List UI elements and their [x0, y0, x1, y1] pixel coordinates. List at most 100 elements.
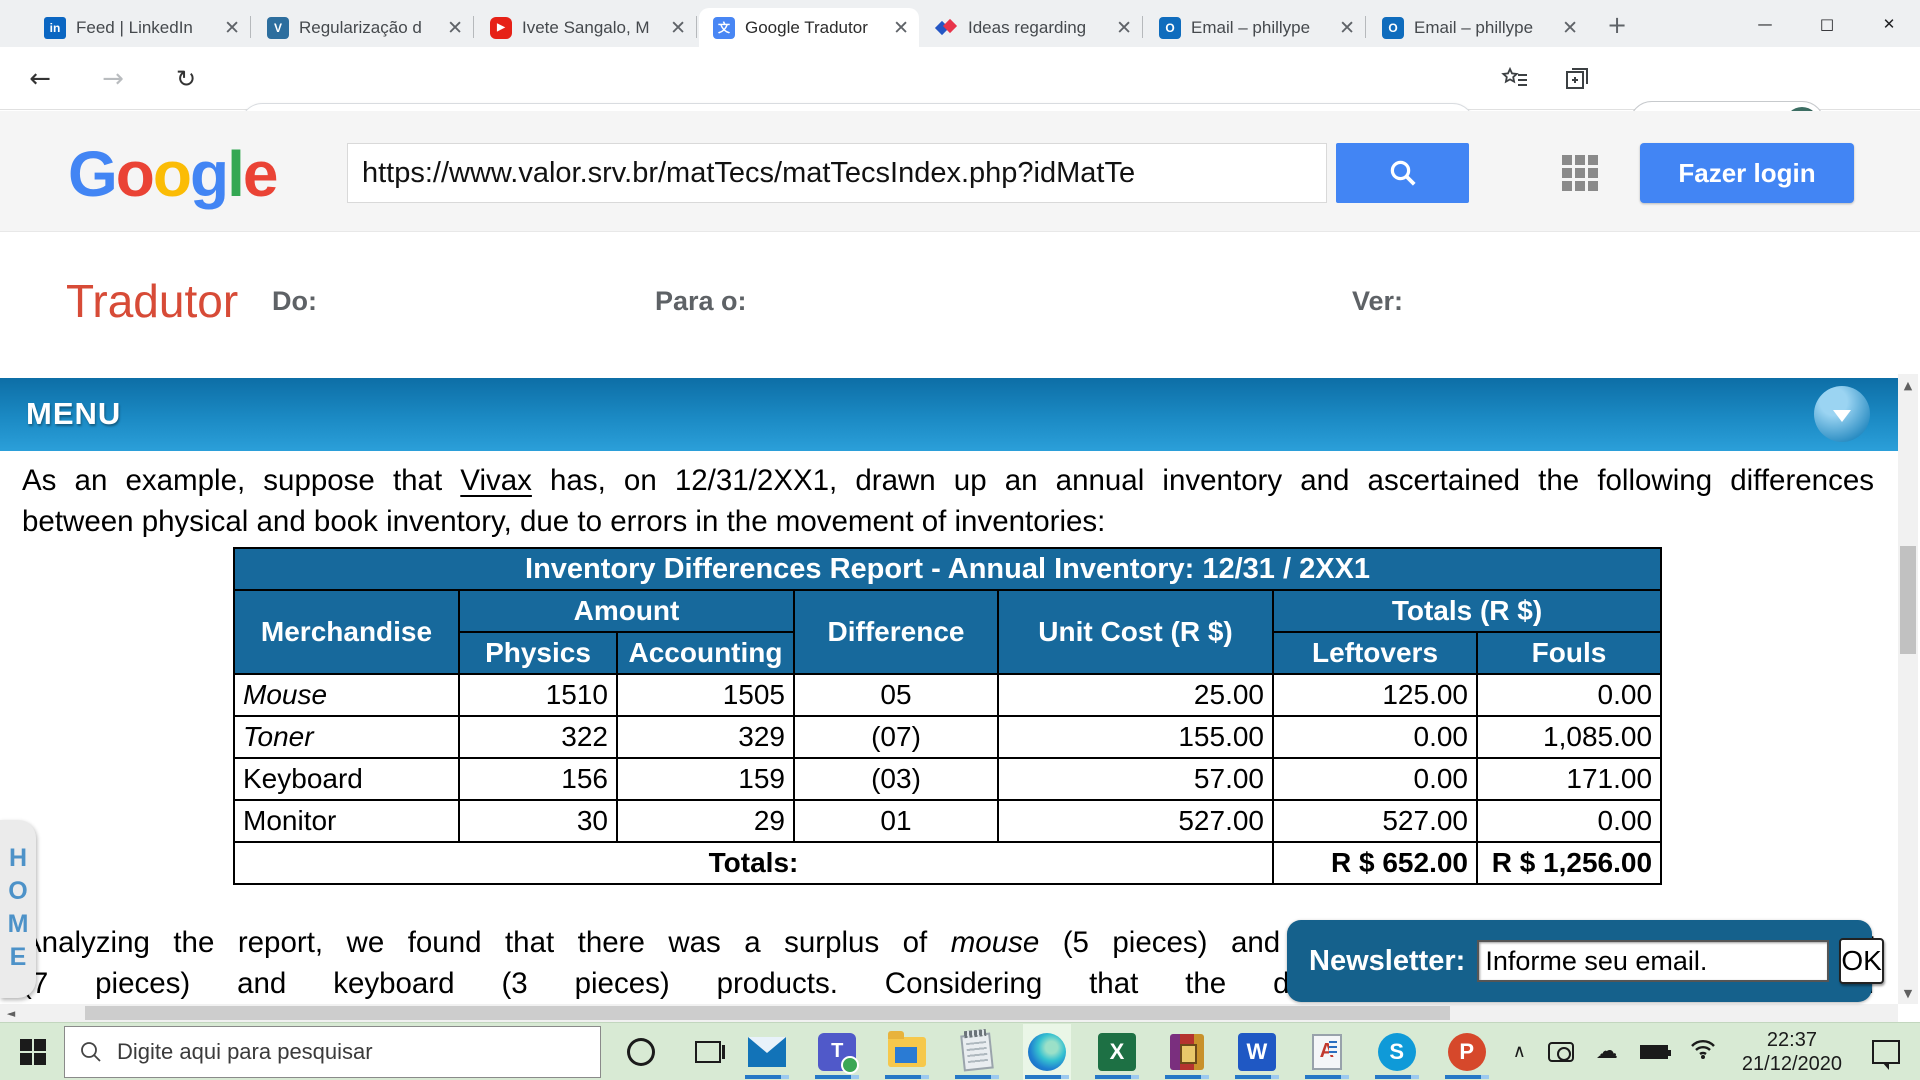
google-logo: Google — [68, 137, 276, 211]
table-row: Mouse 1510 1505 05 25.00 125.00 0.00 — [234, 674, 1661, 716]
windows-taskbar: Digite aqui para pesquisar T X W A S P ∧… — [0, 1022, 1920, 1080]
taskbar-text-document-icon[interactable]: A — [1303, 1024, 1351, 1080]
clock-date: 21/12/2020 — [1742, 1052, 1842, 1076]
search-icon — [1388, 158, 1418, 188]
tab-label: Ivete Sangalo, M — [522, 18, 664, 38]
table-row: Monitor 30 29 01 527.00 527.00 0.00 — [234, 800, 1661, 842]
taskbar-skype-icon[interactable]: S — [1373, 1024, 1421, 1080]
newsletter-box: Newsletter: OK — [1287, 920, 1872, 1002]
tab-google-tradutor-active[interactable]: 文 Google Tradutor ✕ — [699, 8, 919, 47]
tab-email-1[interactable]: O Email – phillype ✕ — [1145, 8, 1365, 47]
newsletter-email-input[interactable] — [1477, 940, 1829, 982]
tab-separator — [250, 16, 251, 38]
new-tab-button[interactable]: + — [1600, 10, 1634, 40]
login-button[interactable]: Fazer login — [1640, 143, 1854, 203]
tab-regularizacao[interactable]: V Regularização d ✕ — [253, 8, 473, 47]
inventory-differences-table: Inventory Differences Report - Annual In… — [233, 547, 1662, 885]
tab-close-icon[interactable]: ✕ — [1562, 17, 1578, 39]
tab-close-icon[interactable]: ✕ — [1339, 17, 1355, 39]
col-header-unit-cost: Unit Cost (R $) — [998, 590, 1273, 674]
taskbar-edge-icon-active[interactable] — [1023, 1024, 1071, 1080]
refresh-button[interactable]: ↻ — [168, 61, 204, 97]
taskbar-teams-icon[interactable]: T — [813, 1024, 861, 1080]
cortana-icon[interactable] — [627, 1038, 655, 1066]
google-apps-grid-icon[interactable] — [1562, 155, 1602, 195]
tab-label: Google Tradutor — [745, 18, 887, 38]
tab-email-2[interactable]: O Email – phillype ✕ — [1368, 8, 1588, 47]
taskbar-excel-icon[interactable]: X — [1093, 1024, 1141, 1080]
to-label: Para o: — [655, 286, 747, 317]
tab-label: Ideas regarding — [968, 18, 1110, 38]
search-button[interactable] — [1336, 143, 1469, 203]
scroll-left-arrow-icon[interactable]: ◄ — [2, 1004, 20, 1022]
taskbar-clock[interactable]: 22:37 21/12/2020 — [1742, 1028, 1842, 1076]
battery-icon[interactable] — [1640, 1045, 1668, 1059]
tab-close-icon[interactable]: ✕ — [447, 17, 463, 39]
col-header-leftovers: Leftovers — [1273, 632, 1477, 674]
site-menu-bar: MENU — [0, 378, 1898, 451]
google-translate-favicon-icon: 文 — [713, 17, 735, 39]
close-button[interactable]: ✕ — [1858, 0, 1920, 47]
col-header-merchandise: Merchandise — [234, 590, 459, 674]
maximize-button[interactable]: □ — [1796, 0, 1858, 47]
translate-url-input[interactable] — [347, 143, 1327, 203]
system-tray: ∧ ☁ 22:37 21/12/2020 — [1491, 1028, 1920, 1076]
action-center-icon[interactable] — [1872, 1040, 1900, 1064]
tab-close-icon[interactable]: ✕ — [893, 17, 909, 39]
translate-control-bar: Tradutor Do: Detectar idioma Para o: Ing… — [0, 232, 1920, 374]
col-header-amount: Amount — [459, 590, 794, 632]
from-label: Do: — [272, 286, 317, 317]
tab-youtube[interactable]: ▶ Ivete Sangalo, M ✕ — [476, 8, 696, 47]
home-tab-label: HOME — [6, 842, 31, 974]
window-controls: — □ ✕ — [1734, 0, 1920, 47]
forward-button[interactable]: → — [95, 61, 131, 97]
ideas-favicon-icon — [936, 17, 958, 39]
table-row: Keyboard 156 159 (03) 57.00 0.00 171.00 — [234, 758, 1661, 800]
address-bar-row: ← → ↻ https://translate.google.com.br/tr… — [0, 47, 1920, 110]
newsletter-ok-button[interactable]: OK — [1839, 938, 1883, 984]
view-label: Ver: — [1352, 286, 1403, 317]
edge-browser-window: in Feed | LinkedIn ✕ V Regularização d ✕… — [0, 0, 1920, 1080]
camera-tray-icon[interactable] — [1548, 1042, 1574, 1062]
vertical-scrollbar[interactable]: ▲ ▼ — [1898, 374, 1918, 1004]
taskbar-search-box[interactable]: Digite aqui para pesquisar — [64, 1026, 601, 1078]
back-button[interactable]: ← — [22, 61, 58, 97]
favorites-bar-icon[interactable] — [1498, 62, 1532, 96]
tray-chevron-up-icon[interactable]: ∧ — [1513, 1041, 1526, 1062]
taskbar-file-explorer-icon[interactable] — [883, 1024, 931, 1080]
table-row: Toner 322 329 (07) 155.00 0.00 1,085.00 — [234, 716, 1661, 758]
vertical-scroll-thumb[interactable] — [1900, 546, 1916, 654]
minimize-button[interactable]: — — [1734, 0, 1796, 47]
scroll-down-arrow-icon[interactable]: ▼ — [1898, 984, 1918, 1002]
tab-close-icon[interactable]: ✕ — [224, 17, 240, 39]
tab-ideas[interactable]: Ideas regarding ✕ — [922, 8, 1142, 47]
horizontal-scroll-thumb[interactable] — [85, 1006, 1450, 1020]
horizontal-scrollbar[interactable]: ◄ — [0, 1004, 1898, 1022]
task-view-icon[interactable] — [695, 1041, 721, 1063]
menu-dropdown-button[interactable] — [1814, 386, 1870, 442]
taskbar-powerpoint-icon[interactable]: P — [1443, 1024, 1491, 1080]
taskbar-search-placeholder: Digite aqui para pesquisar — [117, 1039, 373, 1065]
onedrive-cloud-icon[interactable]: ☁ — [1596, 1039, 1618, 1064]
tab-linkedin[interactable]: in Feed | LinkedIn ✕ — [30, 8, 250, 47]
tab-close-icon[interactable]: ✕ — [670, 17, 686, 39]
col-header-accounting: Accounting — [617, 632, 794, 674]
collections-icon[interactable] — [1560, 62, 1594, 96]
menu-label: MENU — [26, 396, 121, 432]
totals-row: Totals: R $ 652.00 R $ 1,256.00 — [234, 842, 1661, 884]
tab-close-icon[interactable]: ✕ — [1116, 17, 1132, 39]
taskbar-mail-icon[interactable] — [743, 1024, 791, 1080]
tab-label: Regularização d — [299, 18, 441, 38]
start-button-icon[interactable] — [20, 1039, 46, 1065]
home-side-tab[interactable]: HOME — [0, 820, 36, 998]
taskbar-notepad-icon[interactable] — [953, 1024, 1001, 1080]
intro-paragraph: As an example, suppose that Vivax has, o… — [22, 460, 1874, 542]
tradutor-title: Tradutor — [66, 274, 238, 328]
vivax-link[interactable]: Vivax — [460, 464, 532, 497]
taskbar-winrar-icon[interactable] — [1163, 1024, 1211, 1080]
wifi-icon[interactable] — [1690, 1038, 1716, 1065]
taskbar-word-icon[interactable]: W — [1233, 1024, 1281, 1080]
outlook-favicon-icon: O — [1382, 17, 1404, 39]
scroll-up-arrow-icon[interactable]: ▲ — [1898, 376, 1918, 394]
newsletter-label: Newsletter: — [1309, 945, 1465, 978]
